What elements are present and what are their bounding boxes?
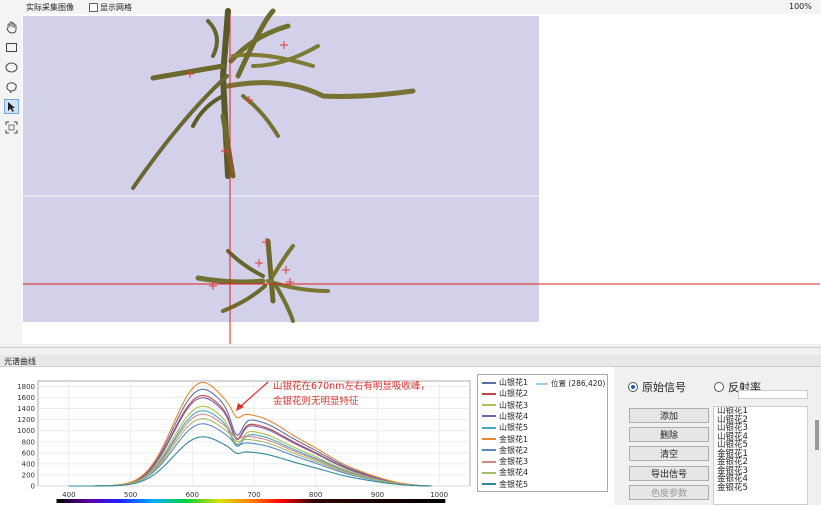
legend-swatch [482, 471, 496, 474]
y-tick-label: 1000 [17, 427, 35, 435]
y-tick-label: 1800 [17, 383, 35, 391]
y-tick-label: 1200 [17, 416, 35, 424]
legend-entry: 山银花3 [482, 400, 528, 411]
chart-legend: 山银花1 山银花2 山银花3 山银花4 山银花5 金银花1 金银花2 金银花3 金银花4 金银花5… [477, 374, 608, 492]
x-tick-label: 500 [124, 491, 137, 499]
annotation-line-1: 山银花在670nm左右有明显吸收峰， [273, 380, 430, 392]
chroma-params-button[interactable]: 色度参数 [629, 485, 709, 500]
spectrum-panel-title: 光谱曲线 [4, 357, 36, 366]
y-tick-label: 1600 [17, 394, 35, 402]
legend-swatch [482, 404, 496, 407]
legend-entry: 山银花5 [482, 422, 528, 433]
legend-label: 金银花3 [499, 457, 529, 467]
x-tick-label: 1000 [430, 491, 448, 499]
show-grid-checkbox[interactable] [89, 3, 98, 12]
spectrum-panel-header: 光谱曲线 [0, 355, 821, 367]
fit-icon[interactable] [4, 120, 19, 135]
delete-button[interactable]: 删除 [629, 427, 709, 442]
legend-entry: 金银花4 [482, 467, 528, 478]
wavelength-color-bar [56, 499, 446, 503]
legend-entry: 山银花4 [482, 411, 528, 422]
legend-swatch [482, 415, 496, 418]
legend-label: 金银花2 [499, 445, 529, 455]
lasso-icon[interactable] [4, 80, 19, 95]
top-bar: 实际采集图像 显示网格 100% [0, 0, 821, 14]
legend-entry: 金银花3 [482, 456, 528, 467]
show-grid-label: 显示网格 [100, 3, 132, 12]
legend-swatch [482, 381, 496, 384]
x-tick-label: 700 [247, 491, 260, 499]
x-tick-label: 900 [371, 491, 384, 499]
legend-label: 金银花5 [499, 479, 529, 489]
hidden-dropdown[interactable] [738, 390, 808, 399]
export-signal-button[interactable]: 导出信号 [629, 466, 709, 481]
panel-scrollbar[interactable] [815, 420, 819, 450]
cursor-position-legend: 位置 (286,420) [536, 378, 605, 389]
x-tick-label: 400 [62, 491, 75, 499]
x-tick-label: 600 [186, 491, 199, 499]
y-tick-label: 800 [22, 438, 35, 446]
legend-swatch [482, 483, 496, 486]
sample-list[interactable]: 山银花1 山银花2 山银花3 山银花4 山银花5 金银花1 金银花2 金银花3 金银花4 金银花5 [713, 406, 808, 505]
add-button[interactable]: 添加 [629, 408, 709, 423]
y-tick-label: 1400 [17, 405, 35, 413]
legend-swatch [482, 426, 496, 429]
pointer-icon[interactable] [4, 99, 19, 114]
legend-swatch [482, 449, 496, 452]
panel-separator [0, 347, 821, 348]
clear-button[interactable]: 清空 [629, 446, 709, 461]
zoom-level: 100% [789, 2, 812, 11]
captured-image[interactable] [23, 8, 820, 344]
y-tick-label: 0 [31, 483, 35, 491]
legend-swatch [482, 460, 496, 463]
image-title: 实际采集图像 [26, 3, 74, 12]
legend-swatch [482, 392, 496, 395]
annotation-line-2: 金银花则无明显特征 [273, 395, 359, 407]
legend-label: 山银花3 [499, 400, 529, 410]
sample-list-item[interactable]: 金银花5 [714, 483, 807, 493]
raw-signal-radio[interactable]: 原始信号 [628, 379, 686, 395]
legend-label: 山银花2 [499, 389, 529, 399]
hand-icon[interactable] [4, 20, 19, 35]
ellipse-icon[interactable] [4, 60, 19, 75]
y-tick-label: 400 [22, 460, 35, 468]
legend-label: 山银花1 [499, 378, 529, 387]
legend-label: 金银花4 [499, 468, 529, 478]
y-tick-label: 200 [22, 471, 35, 479]
legend-swatch [482, 438, 496, 440]
control-panel: 原始信号 反射率 添加 删除 清空 导出信号 色度参数 山银花1 山银花2 山银花3… [616, 367, 821, 505]
legend-entry: 金银花5 [482, 479, 528, 490]
tool-palette [0, 14, 22, 344]
legend-label: 山银花4 [499, 411, 529, 421]
legend-label: 山银花5 [499, 423, 529, 433]
legend-entry: 山银花2 [482, 388, 528, 399]
rectangle-icon[interactable] [4, 40, 19, 55]
legend-entry: 金银花2 [482, 445, 528, 456]
x-tick-label: 800 [309, 491, 322, 499]
legend-entry: 山银花1 [482, 377, 528, 388]
y-tick-label: 600 [22, 449, 35, 457]
legend-label: 金银花1 [499, 434, 529, 444]
legend-entry: 金银花1 [482, 434, 528, 445]
